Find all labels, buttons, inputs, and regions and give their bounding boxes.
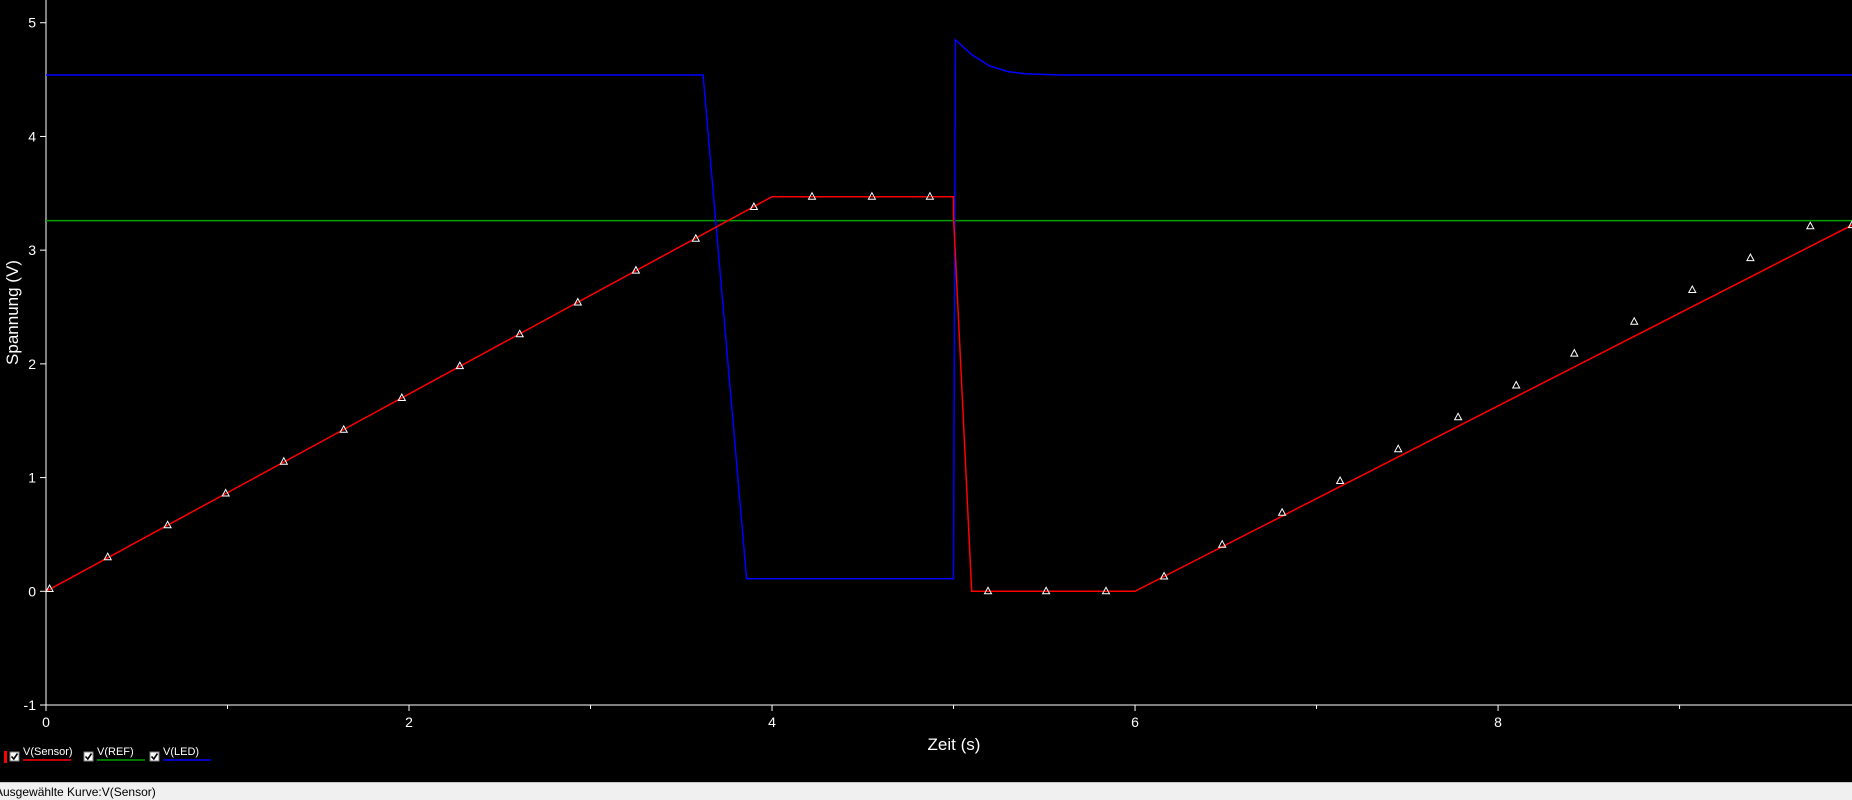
legend-label: V(Sensor) bbox=[23, 746, 73, 758]
selected-curve-text: Ausgewählte Kurve:V(Sensor) bbox=[0, 785, 156, 799]
legend-label: V(LED) bbox=[163, 746, 199, 758]
y-tick-label: 1 bbox=[28, 470, 36, 486]
legend-checkbox[interactable] bbox=[150, 752, 159, 761]
waveform-chart[interactable]: -1 0 1 2 3 4 5 0 2 4 6 8 Zeit (s) Spannung (V) V(Se… bbox=[0, 0, 1852, 775]
y-tick-label: 5 bbox=[28, 15, 36, 31]
x-axis-title: Zeit (s) bbox=[928, 735, 981, 754]
y-tick-label: 0 bbox=[28, 583, 36, 599]
status-bar: Ausgewählte Kurve:V(Sensor) bbox=[0, 782, 1852, 800]
x-tick-label: 4 bbox=[768, 714, 776, 730]
x-tick-label: 0 bbox=[42, 714, 50, 730]
y-axis-title: Spannung (V) bbox=[3, 260, 22, 365]
legend-label: V(REF) bbox=[97, 746, 134, 758]
y-tick-label: 3 bbox=[28, 242, 36, 258]
y-tick-label: 2 bbox=[28, 356, 36, 372]
x-tick-label: 6 bbox=[1131, 714, 1139, 730]
x-tick-label: 8 bbox=[1494, 714, 1502, 730]
plot-area[interactable]: -1 0 1 2 3 4 5 0 2 4 6 8 Zeit (s) Spannung (V) V(Se… bbox=[0, 0, 1852, 775]
y-tick-label: 4 bbox=[28, 128, 36, 144]
legend: V(Sensor) V(REF) V(LED) bbox=[4, 746, 211, 763]
legend-checkbox[interactable] bbox=[84, 752, 93, 761]
x-tick-label: 2 bbox=[405, 714, 413, 730]
y-tick-label: -1 bbox=[24, 697, 37, 713]
selected-curve-indicator bbox=[4, 751, 7, 763]
legend-checkbox[interactable] bbox=[10, 752, 19, 761]
plot-background bbox=[0, 0, 1852, 775]
